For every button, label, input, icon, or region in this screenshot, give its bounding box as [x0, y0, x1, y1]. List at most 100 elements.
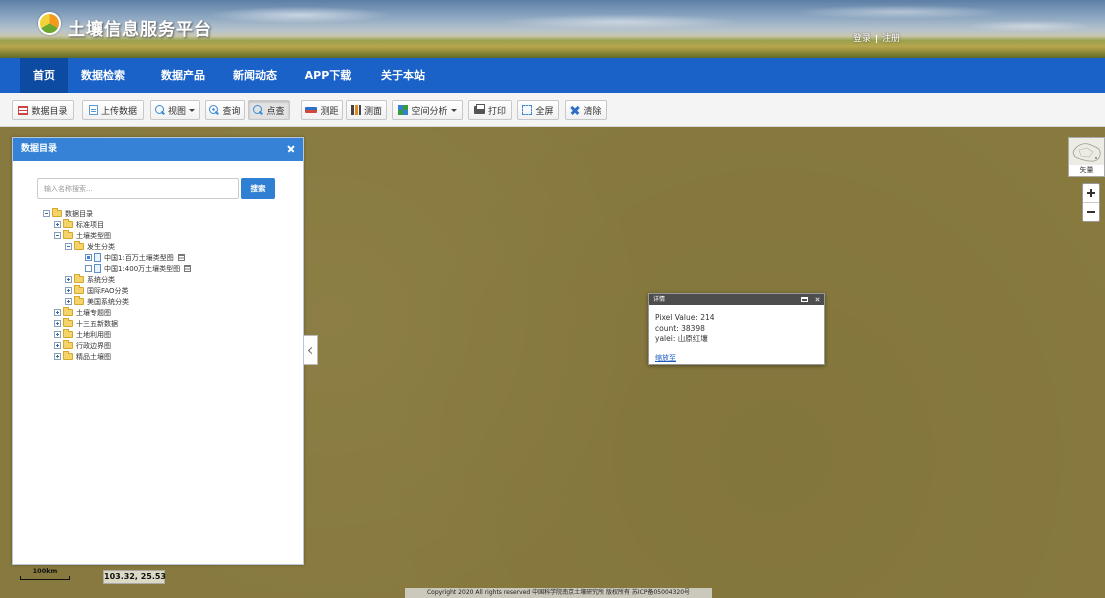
expand-icon[interactable] — [54, 353, 61, 360]
attribute-table-icon[interactable] — [184, 265, 192, 272]
expand-icon[interactable] — [65, 298, 72, 305]
tree-node[interactable]: 土壤专题图 — [13, 307, 303, 318]
chevron-down-icon — [189, 108, 195, 112]
toolbar-label: 视图 — [167, 106, 186, 117]
layer-checkbox[interactable] — [85, 265, 92, 272]
folder-icon — [63, 307, 73, 316]
tree-node[interactable]: 发生分类 — [13, 241, 303, 252]
tree-node[interactable]: 美国系统分类 — [13, 296, 303, 307]
collapse-icon[interactable] — [65, 243, 72, 250]
expand-icon[interactable] — [54, 221, 61, 228]
nav-home[interactable]: 首页 — [20, 58, 68, 93]
expand-icon[interactable] — [65, 287, 72, 294]
tree-node[interactable]: 土地利用图 — [13, 329, 303, 340]
toolbar-view-dropdown[interactable]: 视图 — [150, 100, 200, 120]
zoom-out-button[interactable] — [1083, 202, 1099, 220]
query-icon — [209, 105, 219, 115]
data-catalog-panel: 数据目录 搜索 数据目录 标准项目 土壤类型图 发生分类 中国1:百万土壤类型图… — [12, 137, 304, 565]
tree-node-label: 发生分类 — [87, 242, 115, 251]
cursor-coordinates: 103.32, 25.53 — [103, 570, 166, 584]
expand-icon[interactable] — [65, 276, 72, 283]
toolbar-point-query-button[interactable]: 点查 — [248, 100, 290, 120]
expand-icon[interactable] — [54, 320, 61, 327]
tree-node-label: 十三五新数据 — [76, 319, 118, 328]
expand-icon[interactable] — [54, 331, 61, 338]
nav-data-products[interactable]: 数据产品 — [158, 58, 208, 93]
toolbar-label: 数据目录 — [31, 106, 68, 117]
close-icon[interactable] — [815, 297, 820, 302]
measure-distance-icon — [305, 107, 318, 113]
folder-icon — [63, 329, 73, 338]
file-icon — [94, 253, 101, 262]
popup-field: Pixel Value214 — [655, 313, 818, 324]
expand-icon[interactable] — [54, 309, 61, 316]
layer-checkbox[interactable] — [85, 254, 92, 261]
zoom-in-button[interactable] — [1083, 184, 1099, 202]
login-link[interactable]: 登录 — [853, 34, 871, 44]
nav-news[interactable]: 新闻动态 — [230, 58, 280, 93]
tree-node[interactable]: 土壤类型图 — [13, 230, 303, 241]
tree-node[interactable]: 标准项目 — [13, 219, 303, 230]
tree-node-label: 国际FAO分类 — [87, 286, 129, 295]
nav-app-download[interactable]: APP下载 — [302, 58, 354, 93]
catalog-search-button[interactable]: 搜索 — [241, 178, 275, 199]
map-toolbar: 数据目录 上传数据 视图 查询 点查 测距 测面 空间分析 打印 全屏 清除 — [0, 93, 1105, 127]
feature-info-popup: 详情 Pixel Value214 count38398 yalei山原红壤 缩… — [648, 293, 825, 365]
toolbar-spatial-analysis-dropdown[interactable]: 空间分析 — [392, 100, 463, 120]
collapse-icon[interactable] — [54, 232, 61, 239]
tree-node-label: 土壤专题图 — [76, 308, 111, 317]
field-value: 山原红壤 — [677, 334, 708, 343]
tree-node-label: 数据目录 — [65, 209, 93, 218]
close-icon[interactable] — [287, 145, 295, 153]
nav-about[interactable]: 关于本站 — [378, 58, 428, 93]
attribute-table-icon[interactable] — [177, 254, 185, 261]
toolbar-measure-area-button[interactable]: 测面 — [346, 100, 387, 120]
tree-node[interactable]: 国际FAO分类 — [13, 285, 303, 296]
popup-title: 详情 — [653, 296, 666, 303]
tree-node-label: 土地利用图 — [76, 330, 111, 339]
upload-file-icon — [88, 105, 98, 115]
toolbar-print-button[interactable]: 打印 — [468, 100, 512, 120]
toolbar-label: 空间分析 — [411, 106, 448, 117]
panel-collapse-handle[interactable] — [304, 335, 318, 365]
tree-node[interactable]: 十三五新数据 — [13, 318, 303, 329]
field-key: yalei — [655, 334, 678, 343]
popup-header[interactable]: 详情 — [649, 294, 824, 305]
tree-node-label: 土壤类型图 — [76, 231, 111, 240]
maximize-icon[interactable] — [801, 297, 808, 302]
folder-icon — [63, 351, 73, 360]
printer-icon — [473, 104, 485, 114]
fullscreen-icon — [522, 105, 533, 115]
toolbar-measure-distance-button[interactable]: 测距 — [301, 100, 343, 120]
toolbar-upload-button[interactable]: 上传数据 — [82, 100, 144, 120]
tree-node[interactable]: 系统分类 — [13, 274, 303, 285]
toolbar-clear-button[interactable]: 清除 — [565, 100, 607, 120]
field-key: Pixel Value — [655, 313, 700, 322]
tree-node-label: 精品土壤图 — [76, 352, 111, 361]
tree-node[interactable]: 数据目录 — [13, 208, 303, 219]
nav-data-search[interactable]: 数据检索 — [78, 58, 128, 93]
toolbar-label: 测距 — [320, 106, 339, 117]
file-icon — [94, 264, 101, 273]
toolbar-label: 测面 — [363, 106, 382, 117]
field-value: 214 — [700, 313, 715, 322]
layer-node[interactable]: 中国1:400万土壤类型图 — [13, 263, 303, 274]
register-link[interactable]: 注册 — [882, 34, 900, 44]
platform-logo-icon[interactable] — [38, 12, 61, 35]
folder-icon — [63, 318, 73, 327]
toolbar-label: 打印 — [487, 106, 506, 117]
catalog-header[interactable]: 数据目录 — [13, 138, 303, 161]
expand-icon[interactable] — [54, 342, 61, 349]
catalog-search-input[interactable] — [37, 178, 239, 199]
toolbar-query-button[interactable]: 查询 — [205, 100, 245, 120]
layer-node[interactable]: 中国1:百万土壤类型图 — [13, 252, 303, 263]
toolbar-catalog-button[interactable]: 数据目录 — [12, 100, 74, 120]
tree-node[interactable]: 精品土壤图 — [13, 351, 303, 362]
toolbar-label: 点查 — [266, 106, 285, 117]
basemap-switcher[interactable]: 矢量 — [1068, 137, 1105, 177]
tree-node[interactable]: 行政边界图 — [13, 340, 303, 351]
zoom-to-link[interactable]: 缩放至 — [655, 353, 676, 363]
toolbar-fullscreen-button[interactable]: 全屏 — [517, 100, 559, 120]
collapse-icon[interactable] — [43, 210, 50, 217]
